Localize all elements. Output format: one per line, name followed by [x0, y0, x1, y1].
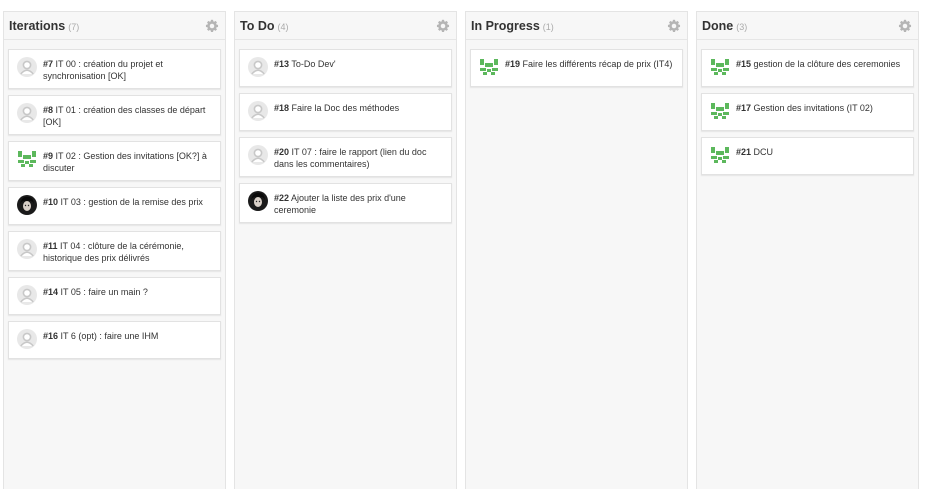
column-title: To Do — [240, 18, 275, 33]
column-todo: To Do (4) #13 To-Do Dev' #18 Faire la Doc … — [234, 11, 457, 489]
card-title: IT 6 (opt) : faire une IHM — [58, 331, 159, 341]
column-header: Iterations (7) — [4, 12, 225, 40]
card[interactable]: #19 Faire les différents récap de prix (… — [470, 49, 683, 87]
card-number: #19 — [505, 59, 521, 69]
card-number: #13 — [274, 59, 290, 69]
card[interactable]: #20 IT 07 : faire le rapport (lien du do… — [239, 137, 452, 177]
card[interactable]: #17 Gestion des invitations (IT 02) — [701, 93, 914, 131]
card-number: #20 — [274, 147, 290, 157]
column-title: Done — [702, 18, 734, 33]
card-number: #16 — [43, 331, 59, 341]
card-number: #11 — [43, 241, 58, 251]
column-done: Done (3) #15 gestion de la clôture des ce… — [696, 11, 919, 489]
column-title-wrap: Done (3) — [702, 17, 747, 35]
gear-icon[interactable] — [436, 19, 450, 33]
card[interactable]: #8 IT 01 : création des classes de dépar… — [8, 95, 221, 135]
card-title: Ajouter la liste des prix d'une ceremoni… — [274, 193, 406, 215]
default-avatar-icon — [248, 145, 268, 165]
column-iterations: Iterations (7) #7 IT 00 : création du pro… — [3, 11, 226, 489]
identicon-avatar-icon — [710, 57, 730, 77]
card-title: IT 01 : création des classes de départ [… — [43, 105, 206, 127]
column-in-progress: In Progress (1) #19 Faire les différents … — [465, 11, 688, 489]
card[interactable]: #14 IT 05 : faire un main ? — [8, 277, 221, 315]
card[interactable]: #10 IT 03 : gestion de la remise des pri… — [8, 187, 221, 225]
default-avatar-icon — [17, 103, 37, 123]
column-count: (1) — [542, 21, 554, 32]
card[interactable]: #18 Faire la Doc des méthodes — [239, 93, 452, 131]
card-title: IT 00 : création du projet et synchronis… — [43, 59, 163, 81]
card-title: Gestion des invitations (IT 02) — [751, 103, 873, 113]
card-title: IT 03 : gestion de la remise des prix — [58, 197, 203, 207]
card-number: #21 — [736, 147, 752, 157]
column-count: (7) — [68, 21, 80, 32]
card-title: gestion de la clôture des ceremonies — [751, 59, 901, 69]
card[interactable]: #15 gestion de la clôture des ceremonies — [701, 49, 914, 87]
identicon-avatar-icon — [479, 57, 499, 77]
card[interactable]: #11 IT 04 : clôture de la cérémonie, his… — [8, 231, 221, 271]
column-header: To Do (4) — [235, 12, 456, 40]
card-number: #8 — [43, 105, 54, 115]
card-number: #9 — [43, 151, 54, 161]
card-title: DCU — [751, 147, 774, 157]
card[interactable]: #21 DCU — [701, 137, 914, 175]
card-list: #13 To-Do Dev' #18 Faire la Doc des métho… — [235, 40, 456, 223]
card-number: #17 — [736, 103, 752, 113]
column-title-wrap: To Do (4) — [240, 17, 288, 35]
column-title: In Progress — [471, 18, 540, 33]
card[interactable]: #7 IT 00 : création du projet et synchro… — [8, 49, 221, 89]
card[interactable]: #9 IT 02 : Gestion des invitations [OK?]… — [8, 141, 221, 181]
card-title: IT 05 : faire un main ? — [58, 287, 148, 297]
card-number: #7 — [43, 59, 54, 69]
column-count: (3) — [736, 21, 748, 32]
card-title: IT 02 : Gestion des invitations [OK?] à … — [43, 151, 207, 173]
default-avatar-icon — [248, 57, 268, 77]
default-avatar-icon — [17, 285, 37, 305]
default-avatar-icon — [17, 329, 37, 349]
card-number: #22 — [274, 193, 290, 203]
default-avatar-icon — [17, 57, 37, 77]
card-number: #10 — [43, 197, 59, 207]
card[interactable]: #22 Ajouter la liste des prix d'une cere… — [239, 183, 452, 223]
card-number: #18 — [274, 103, 290, 113]
card-list: #7 IT 00 : création du projet et synchro… — [4, 40, 225, 359]
gear-icon[interactable] — [898, 19, 912, 33]
column-count: (4) — [277, 21, 289, 32]
column-header: In Progress (1) — [466, 12, 687, 40]
identicon-avatar-icon — [710, 101, 730, 121]
card-title: IT 07 : faire le rapport (lien du doc da… — [274, 147, 427, 169]
card-list: #15 gestion de la clôture des ceremonies… — [697, 40, 918, 175]
default-avatar-icon — [248, 101, 268, 121]
card-title: IT 04 : clôture de la cérémonie, histori… — [43, 241, 184, 263]
column-header: Done (3) — [697, 12, 918, 40]
user-photo-avatar — [248, 191, 268, 211]
card[interactable]: #16 IT 6 (opt) : faire une IHM — [8, 321, 221, 359]
column-title-wrap: Iterations (7) — [9, 17, 79, 35]
card[interactable]: #13 To-Do Dev' — [239, 49, 452, 87]
user-photo-avatar — [17, 195, 37, 215]
gear-icon[interactable] — [205, 19, 219, 33]
identicon-avatar-icon — [710, 145, 730, 165]
kanban-board: Iterations (7) #7 IT 00 : création du pro… — [0, 0, 926, 489]
column-title: Iterations — [9, 18, 66, 33]
card-title: To-Do Dev' — [289, 59, 336, 69]
card-title: Faire la Doc des méthodes — [289, 103, 400, 113]
card-title: Faire les différents récap de prix (IT4) — [520, 59, 673, 69]
gear-icon[interactable] — [667, 19, 681, 33]
default-avatar-icon — [17, 239, 37, 259]
card-list: #19 Faire les différents récap de prix (… — [466, 40, 687, 87]
card-number: #15 — [736, 59, 752, 69]
column-title-wrap: In Progress (1) — [471, 17, 554, 35]
identicon-avatar-icon — [17, 149, 37, 169]
card-number: #14 — [43, 287, 59, 297]
